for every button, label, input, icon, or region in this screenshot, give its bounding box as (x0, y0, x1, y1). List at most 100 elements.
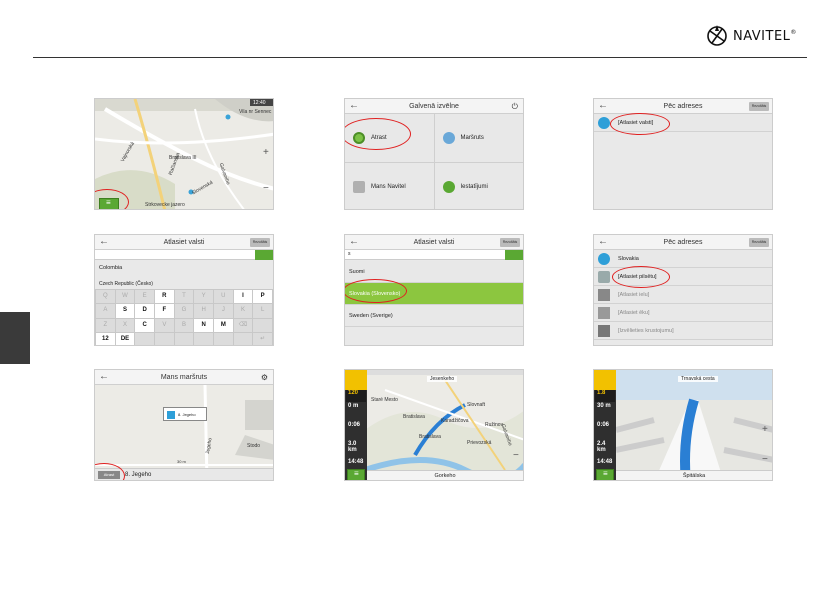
results-button[interactable]: Rezultāts (749, 102, 769, 111)
turn-indicator (345, 370, 367, 390)
keyboard-key[interactable]: M (213, 318, 233, 332)
zoom-in-icon[interactable]: + (263, 147, 269, 158)
results-button[interactable]: Rezultāts (250, 238, 270, 247)
keyboard-key[interactable]: Y (194, 290, 213, 304)
keyboard-key[interactable] (213, 332, 233, 345)
back-arrow-icon[interactable]: ← (99, 235, 109, 249)
keyboard-key[interactable]: 12 (96, 332, 115, 345)
keyboard-key[interactable]: C (135, 318, 154, 332)
map-graphics (615, 370, 772, 480)
screenshot-select-country-keyboard: ← Atlasiet valsti Rezultāts Colombia Cze… (94, 234, 274, 346)
zoom-in-icon[interactable]: + (762, 424, 768, 435)
keyboard-key[interactable]: J (213, 304, 233, 318)
zoom-out-icon[interactable]: − (513, 450, 519, 461)
keyboard-key[interactable] (253, 318, 272, 332)
list-item[interactable]: Czech Republic (Česko) (95, 279, 273, 289)
screen-title: Atlasiet valsti (163, 239, 205, 246)
menu-button[interactable] (596, 469, 614, 480)
distance-remaining: 3.0 km (348, 441, 357, 453)
next-street: Trnavská cesta (678, 376, 718, 382)
list-item[interactable]: [Atlasiet ēku] (594, 304, 772, 322)
header-divider (33, 57, 807, 58)
search-go-button[interactable] (505, 250, 523, 260)
keyboard-key[interactable]: Q (96, 290, 115, 304)
back-arrow-icon[interactable]: ← (349, 99, 359, 113)
keyboard-key[interactable]: D (135, 304, 154, 318)
distance-to-turn: 30 m (597, 403, 611, 409)
map-scale: 30 m (177, 459, 186, 464)
keyboard-key[interactable]: H (194, 304, 213, 318)
zoom-out-icon[interactable]: − (263, 183, 269, 194)
screen-header: ← Mans maršruts ⚙ (95, 370, 273, 385)
keyboard-key[interactable]: K (233, 304, 253, 318)
zoom-out-icon[interactable]: − (762, 454, 768, 465)
keyboard-key[interactable]: F (154, 304, 174, 318)
keyboard-key[interactable] (194, 332, 213, 345)
globe-icon (598, 117, 610, 129)
map-label: Stodo (247, 443, 261, 449)
map-view[interactable] (594, 370, 772, 480)
keyboard-key[interactable] (154, 332, 174, 345)
results-button[interactable]: Rezultāts (500, 238, 520, 247)
keyboard-key[interactable]: V (154, 318, 174, 332)
keyboard-key[interactable] (233, 332, 253, 345)
power-icon[interactable]: ⏻ (512, 99, 518, 114)
search-input[interactable]: s (345, 250, 523, 260)
list-item[interactable]: Sweden (Sverige) (345, 305, 523, 327)
keyboard-key[interactable] (174, 332, 194, 345)
keyboard-key[interactable]: B (174, 318, 194, 332)
keyboard-key[interactable]: W (115, 290, 135, 304)
map-label: Prievozská (467, 440, 492, 446)
screen-header: ← Pēc adreses Rezultāts (594, 99, 772, 114)
keyboard-key[interactable]: DE (115, 332, 135, 345)
list-item[interactable]: Slovakia (594, 250, 772, 268)
tile-settings[interactable]: Iestatījumi (434, 163, 523, 209)
screen-title: Mans maršruts (160, 374, 208, 381)
gear-icon (442, 181, 455, 193)
map-view[interactable]: Jegeho Stodo 30 m 8. Jegeho (95, 385, 273, 480)
highlight-ellipse (345, 118, 411, 150)
keyboard-key[interactable]: T (174, 290, 194, 304)
map-label: Slovnaft (467, 402, 486, 408)
back-arrow-icon[interactable]: ← (598, 235, 608, 249)
tile-route[interactable]: Maršruts (434, 114, 523, 162)
current-street: Gorkeho (367, 470, 523, 480)
keyboard-key[interactable]: S (115, 304, 135, 318)
keyboard-key[interactable]: L (253, 304, 272, 318)
search-input[interactable] (95, 250, 273, 260)
screen-header: ← Atlasiet valsti Rezultāts (95, 235, 273, 250)
results-button[interactable]: Rezultāts (749, 238, 769, 247)
map-popup[interactable]: 8. Jegeho (163, 407, 207, 421)
screenshot-navigation-3d: 1.8 30 m 0:06 2.4 km 14:48 Trnavská cest… (593, 369, 773, 481)
menu-button[interactable] (347, 469, 365, 480)
search-go-button[interactable] (255, 250, 273, 260)
screenshot-by-address: ← Pēc adreses Rezultāts [Atlasiet valsti… (593, 98, 773, 210)
keyboard-key[interactable]: E (135, 290, 154, 304)
settings-icon[interactable]: ⚙ (261, 370, 268, 385)
list-item[interactable]: [Izvēlieties krustojumu] (594, 322, 772, 340)
keyboard-key[interactable]: ⌫ (233, 318, 253, 332)
keyboard-key[interactable]: U (213, 290, 233, 304)
list-item[interactable]: Colombia (95, 262, 273, 275)
keyboard-key[interactable] (135, 332, 154, 345)
screenshot-select-country-results: ← Atlasiet valsti Rezultāts s Suomi Slov… (344, 234, 524, 346)
back-arrow-icon[interactable]: ← (598, 99, 608, 113)
nav-info-panel: 120 0 m 0:06 3.0 km 14:48 (345, 370, 367, 480)
device-icon (353, 181, 365, 193)
tile-my-navitel[interactable]: Mans Navitel (345, 163, 434, 209)
keyboard-key[interactable]: I (233, 290, 253, 304)
screenshot-navigation-2d: 120 0 m 0:06 3.0 km 14:48 Jesenkeho Star… (344, 369, 524, 481)
back-arrow-icon[interactable]: ← (349, 235, 359, 249)
keyboard-key[interactable]: G (174, 304, 194, 318)
keyboard-key[interactable]: ↵ (253, 332, 272, 345)
pin-icon (167, 411, 175, 419)
back-arrow-icon[interactable]: ← (99, 370, 109, 384)
keyboard-key[interactable]: Z (96, 318, 115, 332)
keyboard-key[interactable]: N (194, 318, 213, 332)
keyboard-key[interactable]: A (96, 304, 115, 318)
keyboard-key[interactable]: X (115, 318, 135, 332)
keyboard-key[interactable]: R (154, 290, 174, 304)
keyboard-key[interactable]: P (253, 290, 272, 304)
list-item[interactable]: [Atlasiet ielu] (594, 286, 772, 304)
next-street: Jesenkeho (427, 376, 458, 382)
